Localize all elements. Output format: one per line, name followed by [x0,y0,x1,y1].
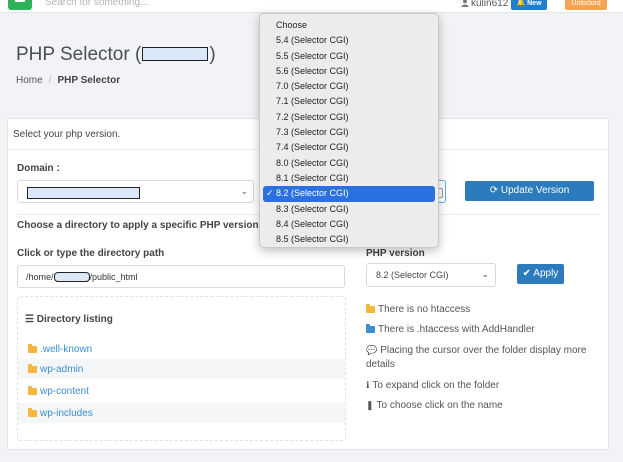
info-icon: ℹ [366,380,370,390]
new-badge-label: New [527,0,542,7]
dropdown-option-label: 8.2 (Selector CGI) [276,188,349,199]
redacted-domain-value [27,187,140,199]
directory-name[interactable]: wp-includes [40,408,93,419]
dropdown-option[interactable]: 8.3 (Selector CGI) [260,202,438,217]
dropdown-option[interactable]: 8.5 (Selector CGI) [260,232,438,247]
directory-listing-title: ☰ Directory listing [25,314,113,325]
folder-icon [366,324,375,333]
directory-path-label: Click or type the directory path [17,248,165,259]
checkmark-icon: ✓ [266,188,274,199]
check-circle-icon: ✔ [522,268,532,279]
top-bar: Search for something... kulin612 🔔 New U… [0,0,623,13]
dropdown-option[interactable]: 5.6 (Selector CGI) [260,64,438,79]
path-suffix: /public_html [89,272,138,282]
directory-item-well-known[interactable]: .well-known [18,339,345,359]
directory-item-wp-content[interactable]: wp-content [18,381,345,401]
directory-item-wp-includes[interactable]: wp-includes [18,403,345,423]
chevron-down-icon: ⌄ [240,186,248,196]
dropdown-option[interactable]: 7.3 (Selector CGI) [260,125,438,140]
apply-label: Apply [533,268,559,279]
php-version-dropdown[interactable]: Choose 5.4 (Selector CGI) 5.5 (Selector … [259,13,439,248]
php-version-select[interactable]: 8.2 (Selector CGI) ⌄ [366,263,496,287]
breadcrumb: Home / PHP Selector [16,75,120,86]
dropdown-option[interactable]: Choose [260,18,438,33]
dropdown-option[interactable]: 7.4 (Selector CGI) [260,140,438,155]
search-input[interactable]: Search for something... [45,0,148,8]
legend-hover-details-cont: details [366,359,395,370]
dropdown-option[interactable]: 5.5 (Selector CGI) [260,49,438,64]
legend-choose: ❚ To choose click on the name [366,400,503,411]
dropdown-option[interactable]: 7.0 (Selector CGI) [260,79,438,94]
php-version-value: 8.2 (Selector CGI) [376,270,449,280]
info-circle-icon: ❚ [366,400,374,410]
username: kulin612 [471,0,509,9]
user-icon [461,0,469,7]
new-badge[interactable]: 🔔 New [511,0,547,10]
breadcrumb-home[interactable]: Home [16,75,43,86]
refresh-icon: ⟳ [489,185,499,196]
redacted-domain [142,47,209,61]
list-icon: ☰ [25,314,34,325]
breadcrumb-current: PHP Selector [57,75,121,86]
update-version-label: Update Version [500,185,570,196]
user-menu[interactable]: kulin612 [461,0,508,9]
page-title: PHP Selector () [16,44,216,66]
directory-name[interactable]: .well-known [40,344,92,355]
folder-icon [28,344,37,353]
directory-name[interactable]: wp-content [40,386,89,397]
dropdown-option[interactable]: 8.1 (Selector CGI) [260,171,438,186]
folder-icon [28,364,37,373]
legend-text: To choose click on the name [376,400,503,411]
dropdown-option[interactable]: 8.0 (Selector CGI) [260,156,438,171]
unlocked-badge[interactable]: Unlocked [565,0,607,10]
page-title-suffix: ) [209,44,216,65]
directory-listing-title-text: Directory listing [36,314,113,325]
path-prefix: /home/ [26,272,54,282]
dropdown-option[interactable]: 8.4 (Selector CGI) [260,217,438,232]
legend-no-htaccess: There is no htaccess [366,304,470,315]
dropdown-option[interactable]: 5.4 (Selector CGI) [260,33,438,48]
page-title-prefix: PHP Selector ( [16,44,142,65]
redacted-username [53,272,90,282]
chevron-down-icon: ⌄ [481,269,489,279]
folder-icon [28,386,37,395]
legend-text: Placing the cursor over the folder displ… [380,345,587,356]
php-version-label: PHP version [366,248,425,259]
legend-text: To expand click on the folder [372,380,500,391]
update-version-button[interactable]: ⟳ Update Version [465,181,594,201]
breadcrumb-separator: / [48,75,52,86]
dropdown-option[interactable]: 7.2 (Selector CGI) [260,110,438,125]
legend-htaccess-addhandler: There is .htaccess with AddHandler [366,324,535,335]
legend-expand: ℹ To expand click on the folder [366,380,499,391]
legend-hover-details: 💬 Placing the cursor over the folder disp… [366,345,586,356]
directory-listing-panel: ☰ Directory listing .well-known wp-admin… [17,296,346,441]
apply-button[interactable]: ✔ Apply [517,264,564,284]
bell-icon: 🔔 [516,0,526,7]
comment-icon: 💬 [366,345,378,355]
folder-icon [366,304,375,313]
domain-select[interactable]: ⌄ [17,180,254,203]
choose-directory-heading: Choose a directory to apply a specific P… [17,220,262,231]
domain-label: Domain : [17,163,60,174]
directory-path-input[interactable]: /home/ /public_html [17,265,345,288]
menu-toggle-button[interactable] [8,0,32,10]
folder-icon [28,408,37,417]
dropdown-option[interactable]: 7.1 (Selector CGI) [260,94,438,109]
directory-name[interactable]: wp-admin [40,364,83,375]
directory-item-wp-admin[interactable]: wp-admin [18,359,345,379]
dropdown-option-selected[interactable]: ✓ 8.2 (Selector CGI) [263,186,435,202]
legend-text: There is .htaccess with AddHandler [378,324,535,335]
legend-text: There is no htaccess [378,304,471,315]
